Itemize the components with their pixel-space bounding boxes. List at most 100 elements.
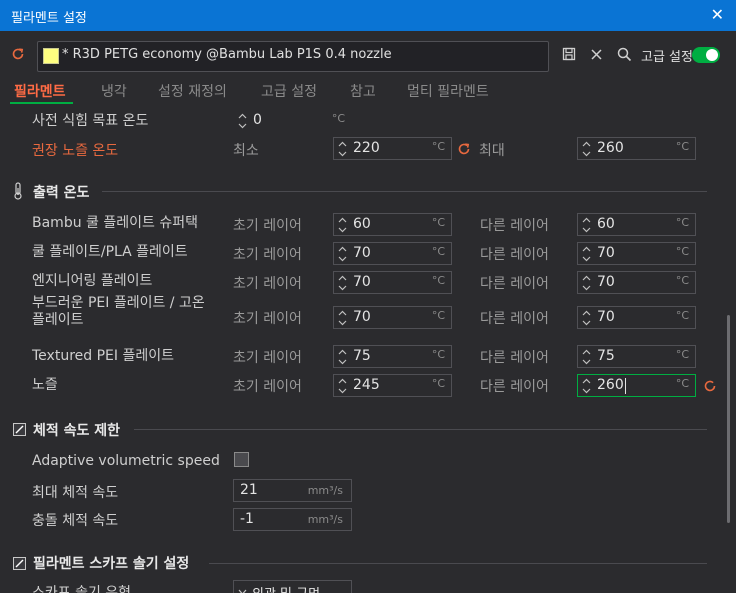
settings-content: 사전 식힘 목표 온도 0 °C 권장 노즐 온도 최소 220 °C 최대 2… (0, 105, 724, 593)
ramming-volumetric-speed-input[interactable]: -1 mm³/s (233, 508, 352, 531)
max-volumetric-speed-label: 최대 체적 속도 (32, 485, 119, 501)
scarf-seam-title: 필라멘트 스카프 솔기 설정 (33, 556, 190, 572)
spin-unit: °C (331, 112, 345, 125)
initial-layer-temp-spin[interactable]: 245 °C (333, 374, 452, 397)
spin-arrows-icon[interactable] (581, 273, 592, 293)
ramming-volumetric-speed-label: 충돌 체적 속도 (32, 513, 119, 529)
spin-arrows-icon[interactable] (237, 111, 248, 131)
scarf-seam-type-label: 스카프 솔기 유형 (32, 585, 132, 593)
search-icon[interactable] (617, 47, 632, 62)
advanced-settings-label: 고급 설정 (641, 50, 693, 65)
spin-arrows-icon[interactable] (337, 244, 348, 264)
recommended-nozzle-temp-label: 권장 노즐 온도 (32, 143, 119, 159)
spin-arrows-icon[interactable] (337, 347, 348, 367)
spin-value: 245 (353, 377, 380, 393)
plate-temp-label: 노즐 (32, 377, 58, 393)
tab-cooling[interactable]: 냉각 (101, 81, 127, 101)
plate-temp-label: Bambu 쿨 플레이트 슈퍼택 (32, 215, 198, 231)
max-volumetric-speed-input[interactable]: 21 mm³/s (233, 479, 352, 502)
section-divider (134, 429, 707, 430)
spin-value: 70 (597, 245, 615, 261)
close-icon[interactable]: ✕ (711, 6, 724, 24)
title-bar: 필라멘트 설정 ✕ (0, 0, 736, 31)
other-layers-temp-spin[interactable]: 75 °C (577, 345, 696, 368)
other-layers-temp-spin[interactable]: 60 °C (577, 213, 696, 236)
recommended-max-spin[interactable]: 260 °C (577, 137, 696, 160)
spin-arrows-icon[interactable] (337, 139, 348, 159)
spin-unit: °C (675, 216, 689, 229)
initial-layer-label: 초기 레이어 (233, 276, 302, 292)
initial-layer-temp-spin[interactable]: 60 °C (333, 213, 452, 236)
spin-arrows-icon[interactable] (581, 139, 592, 159)
volumetric-speed-icon (13, 423, 26, 436)
section-divider (209, 563, 707, 564)
spin-arrows-icon[interactable] (581, 308, 592, 328)
delete-icon[interactable] (590, 48, 603, 61)
initial-layer-label: 초기 레이어 (233, 247, 302, 263)
preset-row: * R3D PETG economy @Bambu Lab P1S 0.4 no… (0, 31, 736, 79)
tab-multi-filament[interactable]: 멀티 필라멘트 (407, 81, 489, 101)
save-icon[interactable] (562, 47, 576, 61)
spin-value: 60 (597, 216, 615, 232)
tab-advanced[interactable]: 고급 설정 (261, 81, 317, 101)
spin-arrows-icon[interactable] (581, 244, 592, 264)
spin-arrows-icon[interactable] (337, 308, 348, 328)
field-value: -1 (240, 511, 254, 527)
spin-arrows-icon[interactable] (337, 215, 348, 235)
preset-selector[interactable]: * R3D PETG economy @Bambu Lab P1S 0.4 no… (37, 41, 549, 72)
scarf-seam-icon (13, 557, 26, 570)
spin-value: 70 (353, 274, 371, 290)
spin-unit: °C (675, 377, 689, 390)
field-unit: mm³/s (307, 484, 343, 497)
spin-arrows-icon[interactable] (337, 376, 348, 396)
spin-value: 75 (353, 348, 371, 364)
spin-value: 0 (253, 112, 262, 128)
other-layers-temp-spin[interactable]: 70 °C (577, 242, 696, 265)
tab-filament[interactable]: 필라멘트 (14, 81, 66, 101)
spin-value: 220 (353, 140, 380, 156)
spin-arrows-icon[interactable] (581, 347, 592, 367)
initial-layer-temp-spin[interactable]: 70 °C (333, 271, 452, 294)
spin-value: 70 (597, 274, 615, 290)
other-layers-temp-spin[interactable]: 70 °C (577, 271, 696, 294)
initial-layer-temp-spin[interactable]: 70 °C (333, 306, 452, 329)
adaptive-volumetric-speed-checkbox[interactable] (234, 452, 249, 467)
other-layers-label: 다른 레이어 (480, 218, 549, 234)
initial-layer-label: 초기 레이어 (233, 350, 302, 366)
scrollbar-thumb[interactable] (727, 315, 730, 523)
adaptive-volumetric-speed-label: Adaptive volumetric speed (32, 453, 220, 469)
spin-unit: °C (675, 348, 689, 361)
other-layers-temp-spin[interactable]: 70 °C (577, 306, 696, 329)
tab-setting-overrides[interactable]: 설정 재정의 (158, 81, 227, 101)
spin-arrows-icon[interactable] (581, 215, 592, 235)
spin-unit: °C (431, 348, 445, 361)
scarf-seam-type-select[interactable]: 외곽 및 구멍 (233, 580, 352, 593)
reset-icon[interactable] (457, 142, 471, 156)
spin-arrows-icon[interactable] (581, 376, 592, 396)
other-layers-temp-spin[interactable]: 260 °C (577, 374, 696, 397)
reset-icon[interactable] (703, 379, 717, 393)
tab-notes[interactable]: 참고 (350, 81, 376, 101)
spin-unit: °C (431, 216, 445, 229)
window-title: 필라멘트 설정 (11, 11, 87, 26)
active-tab-underline (10, 102, 73, 104)
other-layers-label: 다른 레이어 (480, 276, 549, 292)
tab-bar: 필라멘트 냉각 설정 재정의 고급 설정 참고 멀티 필라멘트 (0, 79, 736, 105)
preheat-target-temp-spin[interactable]: 0 °C (233, 109, 352, 132)
reset-icon[interactable] (11, 47, 25, 61)
spin-unit: °C (431, 140, 445, 153)
initial-layer-temp-spin[interactable]: 70 °C (333, 242, 452, 265)
filament-color-swatch[interactable] (43, 48, 59, 64)
advanced-settings-toggle[interactable] (692, 47, 720, 63)
vertical-scrollbar[interactable] (724, 105, 736, 593)
recommended-min-spin[interactable]: 220 °C (333, 137, 452, 160)
spin-arrows-icon[interactable] (337, 273, 348, 293)
plate-temp-label: Textured PEI 플레이트 (32, 348, 174, 364)
initial-layer-temp-spin[interactable]: 75 °C (333, 345, 452, 368)
spin-value: 70 (597, 309, 615, 325)
spin-value: 75 (597, 348, 615, 364)
spin-unit: °C (431, 245, 445, 258)
other-layers-label: 다른 레이어 (480, 247, 549, 263)
spin-value: 70 (353, 309, 371, 325)
max-label: 최대 (479, 143, 505, 159)
